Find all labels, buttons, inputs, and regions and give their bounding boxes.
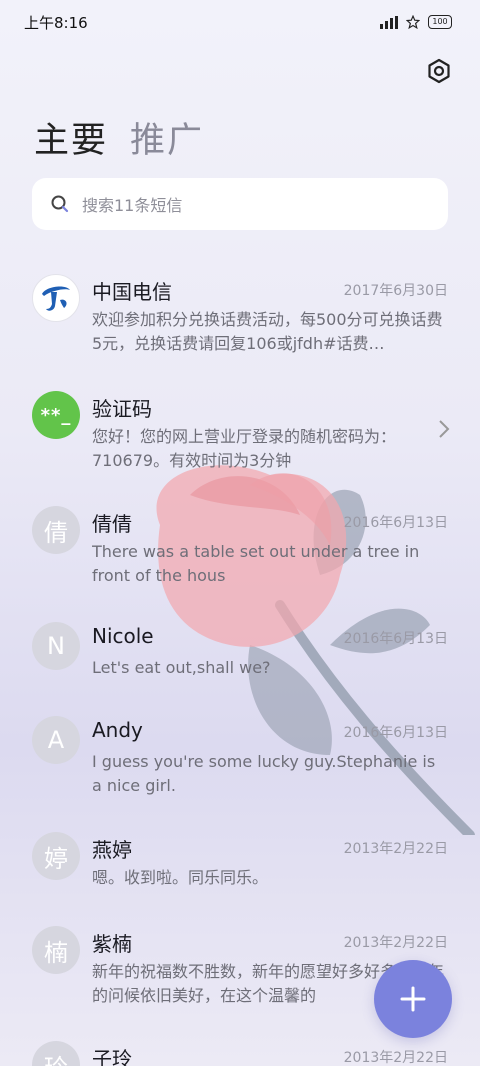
contact-name: 子玲 <box>92 1047 132 1066</box>
status-time: 上午8:16 <box>24 13 88 32</box>
contact-name: Andy <box>92 718 143 742</box>
settings-gear-icon[interactable] <box>426 58 452 84</box>
message-preview: 您好！您的网上营业厅登录的随机密码为：710679。有效时间为3分钟 <box>92 427 397 470</box>
message-date: 2013年2月22日 <box>343 935 448 951</box>
contact-avatar: A <box>32 716 80 764</box>
star-icon <box>406 15 420 29</box>
contact-avatar: 婷 <box>32 832 80 880</box>
message-date: 2017年6月30日 <box>343 283 448 299</box>
search-placeholder: 搜索11条短信 <box>82 196 183 215</box>
message-date: 2013年2月22日 <box>343 841 448 857</box>
conversation-item[interactable]: A Andy 2016年6月13日 I guess you're some lu… <box>0 706 480 816</box>
message-date: 2016年6月13日 <box>343 725 448 741</box>
battery-icon: 100 <box>428 15 452 29</box>
tab-main[interactable]: 主要 <box>34 112 108 163</box>
conversation-item[interactable]: **_ 验证码 您好！您的网上营业厅登录的随机密码为：710679。有效时间为3… <box>0 381 480 491</box>
message-date: 2016年6月13日 <box>343 515 448 531</box>
contact-avatar: N <box>32 622 80 670</box>
verification-code-avatar: **_ <box>32 391 80 439</box>
plus-icon <box>400 986 426 1012</box>
search-icon <box>51 195 69 213</box>
message-preview: 欢迎参加积分兑换话费活动，每500分可兑换话费5元，兑换话费请回复106或jfd… <box>92 310 443 353</box>
message-date: 2016年6月13日 <box>343 631 448 647</box>
signal-icon <box>380 15 398 29</box>
contact-avatar: 倩 <box>32 506 80 554</box>
contact-avatar: 楠 <box>32 926 80 974</box>
status-bar: 上午8:16 100 <box>0 0 480 44</box>
message-date: 2013年2月22日 <box>343 1050 448 1066</box>
contact-name: Nicole <box>92 624 154 648</box>
contact-name: 紫楠 <box>92 932 132 956</box>
contact-avatar: 玲 <box>32 1041 80 1066</box>
contact-name: 中国电信 <box>92 280 172 304</box>
new-message-button[interactable] <box>374 960 452 1038</box>
conversation-item[interactable]: 中国电信 2017年6月30日 欢迎参加积分兑换话费活动，每500分可兑换话费5… <box>0 264 480 374</box>
message-preview: 嗯。收到啦。同乐同乐。 <box>92 868 269 887</box>
chevron-right-icon <box>439 420 450 438</box>
conversation-item[interactable]: 倩 倩倩 2016年6月13日 There was a table set ou… <box>0 496 480 606</box>
message-preview: There was a table set out under a tree i… <box>92 542 420 585</box>
tab-bar: 主要 推广 <box>34 112 204 163</box>
contact-name: 燕婷 <box>92 838 132 862</box>
status-icons: 100 <box>380 15 452 29</box>
tab-promotion[interactable]: 推广 <box>130 112 204 163</box>
china-telecom-logo-icon <box>32 274 80 322</box>
contact-name: 倩倩 <box>92 512 132 536</box>
contact-name: 验证码 <box>92 397 152 421</box>
search-bar[interactable]: 搜索11条短信 <box>32 178 448 230</box>
message-preview: I guess you're some lucky guy.Stephanie … <box>92 752 436 795</box>
message-preview: Let's eat out,shall we? <box>92 658 271 677</box>
